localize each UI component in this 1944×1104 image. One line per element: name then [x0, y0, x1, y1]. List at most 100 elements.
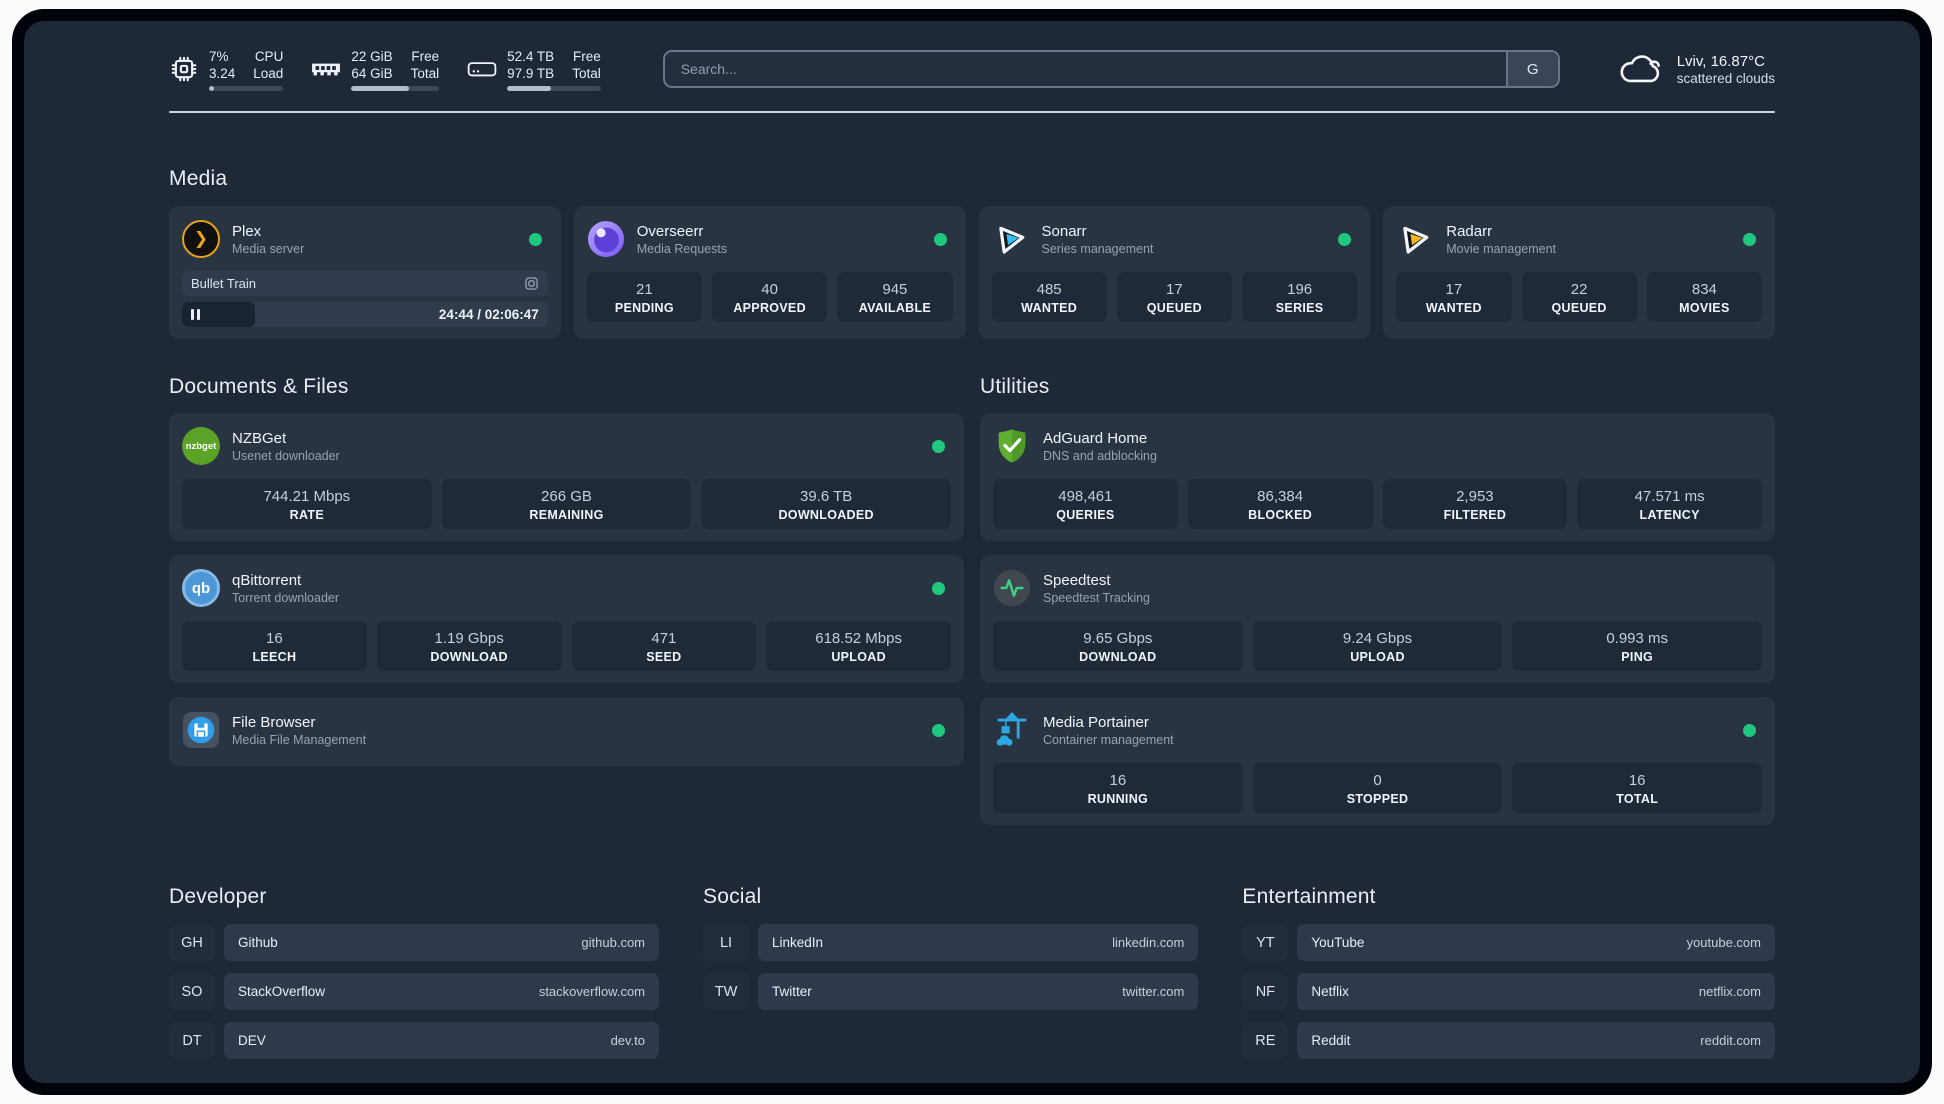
- utilities-column: Utilities AdGuard Home DNS and adblockin…: [980, 375, 1775, 825]
- twitter-abbr: TW: [703, 973, 750, 1010]
- stat-box: 618.52 Mbps UPLOAD: [766, 621, 951, 671]
- stat-box: 9.65 Gbps DOWNLOAD: [993, 621, 1243, 671]
- plex-status-dot: [528, 232, 542, 246]
- stat-label: STOPPED: [1346, 792, 1409, 806]
- cloud-icon: [1618, 52, 1664, 86]
- stat-box: 744.21 Mbps RATE: [182, 479, 432, 529]
- cpu-usage-value: 7%: [209, 48, 229, 64]
- ram-widget: 22 GiB Free 64 GiB Total: [311, 48, 440, 91]
- card-overseerr[interactable]: Overseerr Media Requests 21 PENDING 40 A…: [573, 206, 966, 339]
- plex-playback-time: 24:44 / 02:06:47: [438, 307, 539, 322]
- entertainment-column: Entertainment YT YouTube youtube.com NF …: [1242, 885, 1775, 1059]
- stat-box: 0.993 ms PING: [1512, 621, 1762, 671]
- speedtest-title: Speedtest: [1043, 571, 1111, 589]
- link-url: netflix.com: [1698, 984, 1761, 999]
- link-reddit[interactable]: RE Reddit reddit.com: [1242, 1022, 1775, 1059]
- adguard-icon: [993, 427, 1031, 465]
- card-plex[interactable]: ❯ Plex Media server Bullet Train 24:44 /…: [169, 206, 561, 339]
- stat-value: 16: [1628, 772, 1646, 789]
- disk-free-label: Free: [572, 48, 601, 64]
- link-name: YouTube: [1311, 935, 1365, 950]
- card-speedtest[interactable]: Speedtest Speedtest Tracking 9.65 Gbps D…: [980, 555, 1775, 683]
- stat-label: WANTED: [1021, 301, 1078, 315]
- stat-label: DOWNLOAD: [1079, 650, 1157, 664]
- link-url: youtube.com: [1686, 935, 1761, 950]
- overseerr-subtitle: Media Requests: [636, 241, 728, 256]
- link-url: twitter.com: [1122, 984, 1185, 999]
- link-linkedin[interactable]: LI LinkedIn linkedin.com: [703, 924, 1199, 961]
- card-portainer[interactable]: Media Portainer Container management 16 …: [980, 697, 1775, 825]
- plex-title: Plex: [232, 222, 262, 240]
- weather-location: Lviv, 16.87°C: [1676, 53, 1765, 70]
- cpu-load-label: Load: [253, 65, 284, 81]
- radarr-status-dot: [1743, 232, 1756, 246]
- stat-value: 945: [882, 281, 908, 298]
- plex-playback-progress: 24:44 / 02:06:47: [182, 302, 548, 327]
- adguard-subtitle: DNS and adblocking: [1043, 448, 1157, 463]
- sonarr-title: Sonarr: [1041, 222, 1087, 240]
- radarr-subtitle: Movie management: [1446, 241, 1557, 256]
- stat-value: 21: [636, 281, 653, 298]
- link-url: dev.to: [610, 1033, 646, 1048]
- stat-label: APPROVED: [733, 301, 806, 315]
- link-stackoverflow[interactable]: SO StackOverflow stackoverflow.com: [169, 973, 660, 1010]
- stat-value: 17: [1445, 281, 1463, 298]
- overseerr-status-dot: [933, 232, 947, 246]
- stat-value: 498,461: [1058, 488, 1113, 505]
- sonarr-icon: [989, 218, 1032, 261]
- stat-value: 9.65 Gbps: [1083, 630, 1153, 647]
- stat-value: 39.6 TB: [800, 488, 853, 505]
- stat-box: 39.6 TB DOWNLOADED: [701, 479, 951, 529]
- ram-progress-bar: [351, 85, 440, 91]
- link-url: stackoverflow.com: [538, 984, 646, 999]
- card-sonarr[interactable]: Sonarr Series management 485 WANTED 17 Q…: [978, 206, 1371, 339]
- stat-label: DOWNLOADED: [778, 508, 874, 522]
- card-filebrowser[interactable]: File Browser Media File Management: [169, 697, 964, 766]
- qbittorrent-title: qBittorrent: [232, 571, 302, 589]
- filebrowser-title: File Browser: [232, 713, 316, 731]
- search-input[interactable]: [664, 52, 1506, 86]
- plex-subtitle: Media server: [232, 241, 305, 256]
- stat-value: 834: [1691, 281, 1717, 298]
- section-title-social: Social: [703, 885, 762, 908]
- stat-value: 86,384: [1257, 488, 1304, 505]
- qbittorrent-subtitle: Torrent downloader: [232, 590, 340, 605]
- stat-box: 266 GB REMAINING: [441, 479, 692, 529]
- cpu-progress-bar: [209, 85, 284, 91]
- card-nzbget[interactable]: nzbget NZBGet Usenet downloader 744.21 M…: [169, 413, 964, 541]
- section-title-documents: Documents & Files: [169, 375, 349, 398]
- link-github[interactable]: GH Github github.com: [169, 924, 660, 961]
- stat-box: 17 WANTED: [1396, 272, 1512, 322]
- stat-value: 40: [761, 281, 778, 298]
- section-title-entertainment: Entertainment: [1242, 885, 1376, 908]
- link-name: Netflix: [1311, 984, 1349, 999]
- link-name: DEV: [238, 1033, 266, 1048]
- stat-value: 2,953: [1456, 488, 1494, 505]
- plex-now-playing-row: Bullet Train: [182, 271, 548, 296]
- filebrowser-subtitle: Media File Management: [232, 732, 367, 747]
- stat-box: 16 LEECH: [182, 621, 367, 671]
- search-engine-button[interactable]: G: [1505, 52, 1558, 86]
- reddit-abbr: RE: [1242, 1022, 1289, 1059]
- stat-label: TOTAL: [1616, 792, 1659, 806]
- sonarr-subtitle: Series management: [1041, 241, 1154, 256]
- developer-column: Developer GH Github github.com SO StackO…: [169, 885, 660, 1059]
- link-twitter[interactable]: TW Twitter twitter.com: [703, 973, 1199, 1010]
- nzbget-status-dot: [932, 439, 945, 453]
- plex-icon: ❯: [182, 220, 220, 258]
- cpu-icon: [169, 54, 199, 84]
- header-divider: [169, 111, 1775, 113]
- link-youtube[interactable]: YT YouTube youtube.com: [1242, 924, 1775, 961]
- ram-free-label: Free: [411, 48, 440, 64]
- cpu-load-value: 3.24: [209, 65, 236, 81]
- dashboard-screen: 7% CPU 3.24 Load 22 GiB Free 64 GiB Tota…: [0, 0, 1944, 1104]
- card-qbittorrent[interactable]: qb qBittorrent Torrent downloader 16 LEE…: [169, 555, 964, 683]
- portainer-status-dot: [1743, 723, 1756, 737]
- link-netflix[interactable]: NF Netflix netflix.com: [1242, 973, 1775, 1010]
- github-abbr: GH: [169, 924, 215, 961]
- portainer-icon: [993, 711, 1031, 749]
- card-radarr[interactable]: Radarr Movie management 17 WANTED 22 QUE…: [1383, 206, 1775, 339]
- link-dev[interactable]: DT DEV dev.to: [169, 1022, 660, 1059]
- stackoverflow-abbr: SO: [169, 973, 215, 1010]
- card-adguard[interactable]: AdGuard Home DNS and adblocking 498,461 …: [980, 413, 1775, 541]
